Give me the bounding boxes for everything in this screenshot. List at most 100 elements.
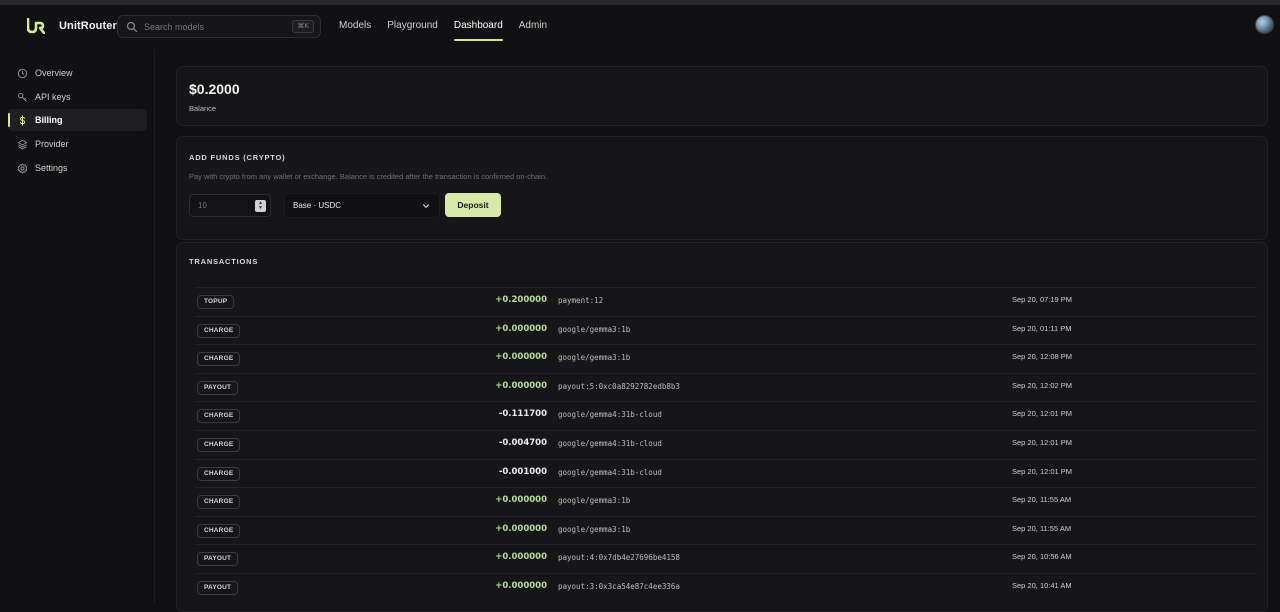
sidebar: Overview API keys Billing Provider Setti… [0, 49, 155, 603]
add-funds-card: ADD FUNDS (CRYPTO) Pay with crypto from … [176, 136, 1268, 240]
main-nav: Models Playground Dashboard Admin [339, 15, 547, 41]
transaction-date: Sep 20, 12:01 PM [1012, 438, 1073, 447]
sidebar-item-settings[interactable]: Settings [8, 157, 147, 179]
network-select-value: Base · USDC [293, 201, 342, 210]
nav-playground[interactable]: Playground [387, 15, 438, 37]
clock-icon [17, 68, 28, 79]
balance-value: $0.2000 [189, 81, 240, 97]
transaction-amount: +0.200000 [495, 295, 547, 305]
search-shortcut-badge: ⌘K [292, 20, 314, 33]
transaction-type-badge: TOPUP [197, 295, 235, 309]
table-row: CHARGE +0.000000 google/gemma3:1b Sep 20, 0… [195, 315, 1257, 345]
transaction-type-badge: CHARGE [197, 495, 241, 510]
transaction-amount: +0.000000 [495, 323, 547, 334]
table-row: PAYOUT +0.000000 payout:4:0x7db4e27696be41… [195, 544, 1257, 573]
key-icon [17, 92, 28, 103]
table-row: CHARGE -0.111700 google/gemma4:31b-cloud Se… [195, 401, 1257, 430]
transaction-reference: payout:4:0x7db4e27696be4158 [558, 553, 680, 563]
add-funds-title: ADD FUNDS (CRYPTO) [189, 153, 286, 162]
stepper-down-icon[interactable]: ▼ [258, 206, 263, 211]
transaction-amount: +0.000000 [495, 523, 547, 534]
table-row: PAYOUT +0.000000 payout:5:0xc0a8292782edb8… [195, 372, 1257, 402]
transaction-reference: google/gemma4:31b-cloud [558, 439, 662, 448]
sidebar-item-overview[interactable]: Overview [8, 62, 147, 84]
amount-field[interactable]: ▲ ▼ [189, 194, 271, 217]
amount-stepper[interactable]: ▲ ▼ [255, 200, 266, 212]
transaction-amount: -0.111700 [498, 409, 547, 420]
transaction-reference: payment:12 [558, 296, 604, 305]
sidebar-item-api-keys[interactable]: API keys [8, 86, 147, 108]
transaction-type-badge: CHARGE [197, 352, 241, 367]
transaction-date: Sep 20, 07:19 PM [1012, 295, 1073, 304]
transaction-type-badge: PAYOUT [197, 552, 239, 567]
logo-icon [27, 18, 45, 34]
sidebar-item-label: Settings [35, 163, 68, 173]
transaction-type-badge: CHARGE [197, 409, 241, 424]
table-row: TOPUP +0.200000 payment:12 Sep 20, 07:19 PM [195, 287, 1257, 316]
transaction-type-badge: CHARGE [197, 438, 241, 452]
sidebar-item-label: Billing [35, 115, 63, 125]
deposit-button[interactable]: Deposit [445, 193, 501, 217]
transaction-date: Sep 20, 10:56 AM [1012, 552, 1072, 562]
table-row: CHARGE +0.000000 google/gemma3:1b Sep 20, 1… [195, 344, 1257, 373]
transaction-type-badge: CHARGE [197, 466, 241, 481]
table-row: PAYOUT +0.000000 payout:3:0x3ca54e87c4ee33… [195, 573, 1257, 602]
transaction-reference: google/gemma3:1b [558, 524, 631, 534]
sidebar-item-label: API keys [35, 92, 71, 102]
gear-icon [17, 163, 28, 174]
transaction-date: Sep 20, 12:01 PM [1012, 466, 1073, 476]
transaction-amount: +0.000000 [495, 552, 547, 563]
top-header: UnitRouter ⌘K Models Playground Dashboar… [0, 5, 1280, 49]
add-funds-description: Pay with crypto from any wallet or excha… [189, 172, 548, 181]
amount-input[interactable] [190, 201, 254, 210]
sidebar-item-provider[interactable]: Provider [8, 133, 147, 155]
transaction-amount: +0.000000 [495, 495, 547, 506]
transaction-reference: payout:3:0x3ca54e87c4ee336a [558, 582, 680, 591]
chevron-down-icon [422, 204, 430, 208]
transactions-card: TRANSACTIONS TOPUP +0.200000 payment:12 Sep… [176, 242, 1268, 612]
transaction-reference: google/gemma3:1b [558, 353, 631, 363]
transaction-amount: +0.000000 [495, 581, 547, 591]
transaction-amount: -0.004700 [498, 438, 547, 448]
transaction-amount: +0.000000 [495, 380, 547, 391]
transaction-type-badge: CHARGE [197, 523, 241, 538]
table-row: CHARGE +0.000000 google/gemma3:1b Sep 20, 1… [195, 487, 1257, 516]
transaction-date: Sep 20, 12:02 PM [1012, 380, 1073, 390]
search-box[interactable]: ⌘K [117, 15, 321, 38]
balance-label: Balance [189, 104, 217, 113]
transaction-amount: +0.000000 [495, 352, 547, 363]
search-icon [126, 21, 138, 32]
transaction-type-badge: CHARGE [197, 323, 241, 338]
nav-models[interactable]: Models [339, 15, 371, 37]
transaction-reference: payout:5:0xc0a8292782edb8b3 [558, 381, 680, 391]
dollar-icon [17, 114, 28, 126]
balance-card: $0.2000 Balance [176, 66, 1268, 126]
table-row: CHARGE -0.001000 google/gemma4:31b-cloud Se… [195, 458, 1257, 488]
nav-dashboard[interactable]: Dashboard [453, 15, 503, 41]
search-input[interactable] [144, 21, 284, 32]
transaction-date: Sep 20, 11:55 AM [1012, 523, 1072, 533]
transaction-reference: google/gemma3:1b [558, 324, 631, 334]
transaction-reference: google/gemma3:1b [558, 496, 631, 506]
transaction-date: Sep 20, 11:55 AM [1012, 495, 1072, 505]
nav-admin[interactable]: Admin [519, 15, 547, 37]
table-row: CHARGE +0.000000 google/gemma3:1b Sep 20, 1… [195, 515, 1257, 545]
transaction-reference: google/gemma4:31b-cloud [558, 467, 662, 477]
transaction-reference: google/gemma4:31b-cloud [558, 410, 662, 420]
transactions-title: TRANSACTIONS [189, 257, 259, 266]
network-select[interactable]: Base · USDC [284, 193, 440, 218]
table-row: CHARGE -0.004700 google/gemma4:31b-cloud Se… [195, 430, 1257, 459]
user-avatar[interactable] [1255, 15, 1274, 34]
transaction-date: Sep 20, 01:11 PM [1012, 323, 1072, 333]
transaction-type-badge: PAYOUT [197, 380, 239, 395]
sidebar-item-label: Provider [35, 139, 69, 149]
app-name: UnitRouter [59, 20, 117, 32]
transaction-date: Sep 20, 10:41 AM [1012, 581, 1072, 590]
sidebar-item-billing[interactable]: Billing [8, 109, 147, 131]
transaction-amount: -0.001000 [498, 466, 547, 477]
app-logo[interactable]: UnitRouter [27, 18, 117, 34]
transaction-type-badge: PAYOUT [197, 581, 239, 595]
transaction-date: Sep 20, 12:08 PM [1012, 352, 1073, 362]
layers-icon [17, 139, 28, 150]
transaction-date: Sep 20, 12:01 PM [1012, 409, 1073, 419]
